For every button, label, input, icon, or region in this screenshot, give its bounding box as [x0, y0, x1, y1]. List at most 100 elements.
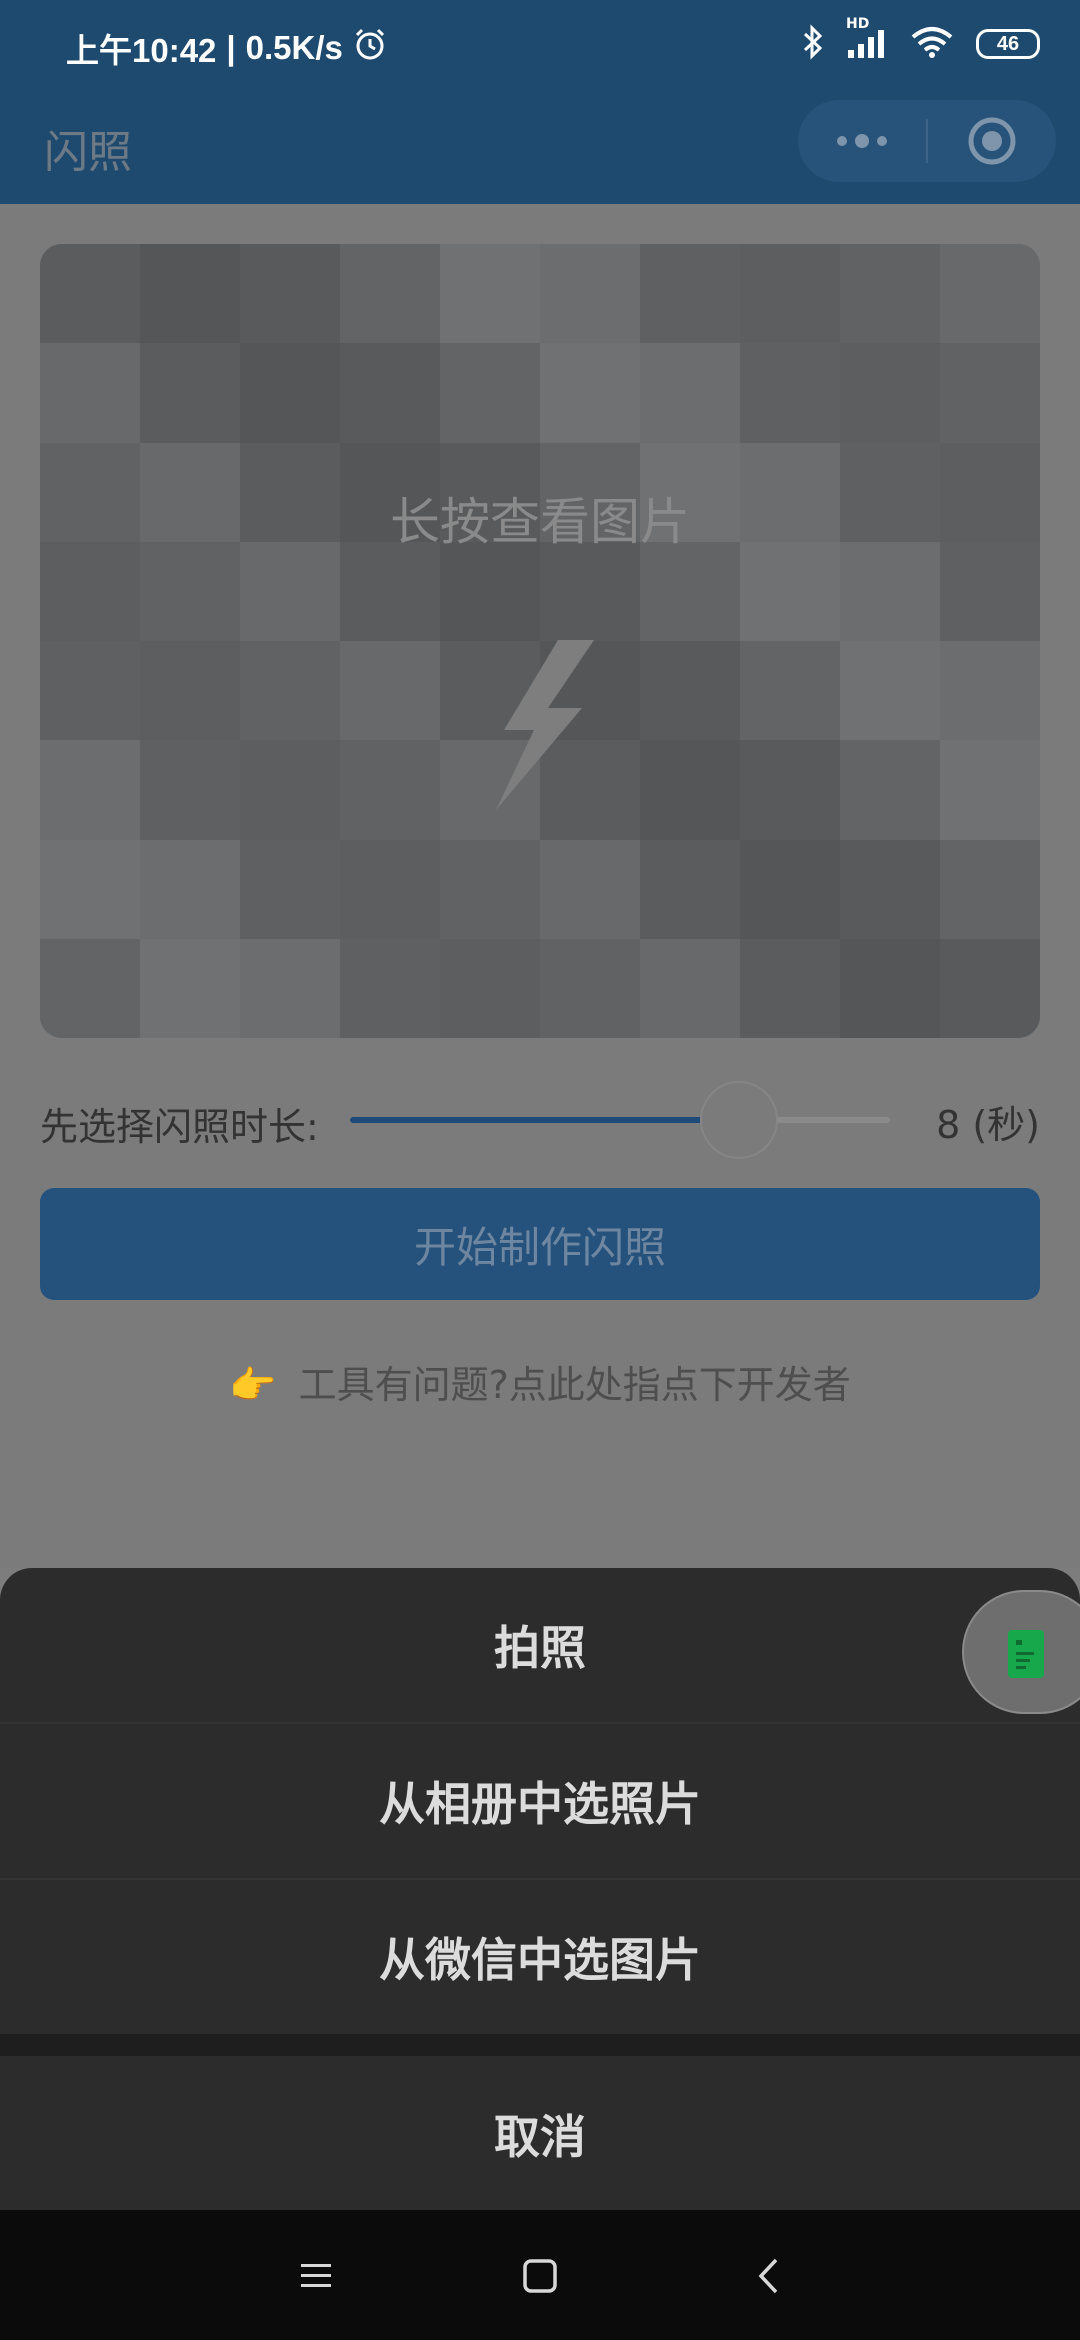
mosaic-tile: [40, 839, 140, 939]
mosaic-tile: [640, 938, 740, 1038]
duration-value: 8 (秒): [936, 1094, 1040, 1149]
mosaic-tile: [140, 839, 240, 939]
mosaic-tile: [40, 244, 140, 344]
mosaic-tile: [240, 839, 340, 939]
cancel-button[interactable]: 取消: [0, 2056, 1080, 2210]
slider-thumb[interactable]: [699, 1081, 778, 1159]
floating-notes-button[interactable]: [962, 1590, 1080, 1714]
mosaic-tile: [440, 343, 540, 443]
choose-from-wechat-option[interactable]: 从微信中选图片: [0, 1880, 1080, 2034]
duration-unit: (秒): [972, 1103, 1040, 1147]
choose-from-album-option[interactable]: 从相册中选照片: [0, 1724, 1080, 1880]
bluetooth-icon: [802, 24, 824, 64]
square-icon: [523, 2259, 557, 2293]
mosaic-tile: [940, 541, 1040, 641]
mosaic-tile: [140, 641, 240, 741]
mosaic-tile: [940, 938, 1040, 1038]
mosaic-tile: [540, 938, 640, 1038]
mosaic-tile: [240, 244, 340, 344]
duration-number: 8: [936, 1103, 961, 1147]
feedback-text: 工具有问题?点此处指点下开发者: [298, 1363, 851, 1407]
close-miniprogram-button[interactable]: [928, 100, 1056, 182]
mosaic-tile: [340, 244, 440, 344]
mosaic-tile: [940, 839, 1040, 939]
alarm-icon: [353, 27, 387, 69]
signal-icon: HD: [846, 16, 888, 64]
mosaic-tile: [140, 740, 240, 840]
mosaic-tile: [40, 541, 140, 641]
mosaic-tile: [140, 244, 240, 344]
photo-preview[interactable]: 长按查看图片: [40, 244, 1040, 1038]
mosaic-tile: [640, 641, 740, 741]
mosaic-tile: [340, 541, 440, 641]
more-button[interactable]: [798, 100, 926, 182]
mosaic-tile: [840, 641, 940, 741]
home-button[interactable]: [510, 2246, 570, 2306]
action-sheet: 拍照 从相册中选照片 从微信中选图片 取消: [0, 1568, 1080, 2210]
mosaic-tile: [540, 541, 640, 641]
mosaic-tile: [240, 938, 340, 1038]
photo-hint: 长按查看图片: [390, 493, 690, 551]
mosaic-tile: [40, 641, 140, 741]
mosaic-tile: [740, 740, 840, 840]
mosaic-tile: [140, 541, 240, 641]
mosaic-tile: [340, 938, 440, 1038]
take-photo-option[interactable]: 拍照: [0, 1568, 1080, 1724]
miniprogram-capsule: [798, 100, 1056, 182]
back-chevron-icon: [758, 2258, 778, 2294]
mosaic-tile: [940, 343, 1040, 443]
mosaic-tile: [540, 343, 640, 443]
mosaic-tile: [440, 244, 540, 344]
duration-row: 先选择闪照时长: 8 (秒): [40, 1081, 1040, 1159]
signal-hd-label: HD: [846, 16, 870, 32]
status-right: HD 46: [802, 16, 1040, 64]
mosaic-tile: [740, 541, 840, 641]
mosaic-tile: [40, 740, 140, 840]
mosaic-tile: [840, 541, 940, 641]
slider-fill: [350, 1117, 739, 1123]
mosaic-tile: [340, 740, 440, 840]
target-icon: [968, 117, 1016, 165]
lightning-icon: [496, 640, 594, 810]
system-navigation-bar: [0, 2210, 1080, 2340]
duration-slider[interactable]: [350, 1081, 890, 1159]
mosaic-tile: [140, 343, 240, 443]
status-time: 上午10:42: [66, 32, 217, 69]
mosaic-tile: [340, 343, 440, 443]
feedback-link[interactable]: 👉 工具有问题?点此处指点下开发者: [0, 1354, 1080, 1409]
mosaic-tile: [640, 244, 740, 344]
mosaic-tile: [40, 938, 140, 1038]
status-bar: 上午10:42 | 0.5K/s HD 46: [0, 0, 1080, 96]
notes-icon: [1008, 1630, 1044, 1678]
start-button[interactable]: 开始制作闪照: [40, 1188, 1040, 1300]
mosaic-tile: [440, 541, 540, 641]
more-icon: [837, 134, 887, 148]
mosaic-tile: [440, 839, 540, 939]
mosaic-tile: [240, 641, 340, 741]
mosaic-tile: [440, 938, 540, 1038]
mosaic-tile: [740, 938, 840, 1038]
mosaic-tile: [640, 740, 740, 840]
mosaic-tile: [640, 343, 740, 443]
mosaic-tile: [740, 839, 840, 939]
mosaic-tile: [540, 244, 640, 344]
wifi-icon: [910, 25, 954, 63]
page-title: 闪照: [44, 127, 132, 178]
status-separator: |: [226, 29, 236, 66]
navigation-bar: 闪照: [0, 96, 1080, 204]
mosaic-tile: [840, 938, 940, 1038]
mosaic-tile: [340, 839, 440, 939]
duration-label: 先选择闪照时长:: [40, 1105, 319, 1149]
mosaic-tile: [840, 343, 940, 443]
recent-apps-button[interactable]: [286, 2246, 346, 2306]
mosaic-tile: [640, 839, 740, 939]
sheet-separator: [0, 2034, 1080, 2056]
mosaic-tile: [740, 244, 840, 344]
status-left: 上午10:42 | 0.5K/s: [66, 24, 387, 72]
mosaic-tile: [740, 343, 840, 443]
mosaic-tile: [940, 740, 1040, 840]
mosaic-tile: [840, 740, 940, 840]
mosaic-tile: [840, 244, 940, 344]
mosaic-tile: [940, 641, 1040, 741]
back-button[interactable]: [738, 2246, 798, 2306]
